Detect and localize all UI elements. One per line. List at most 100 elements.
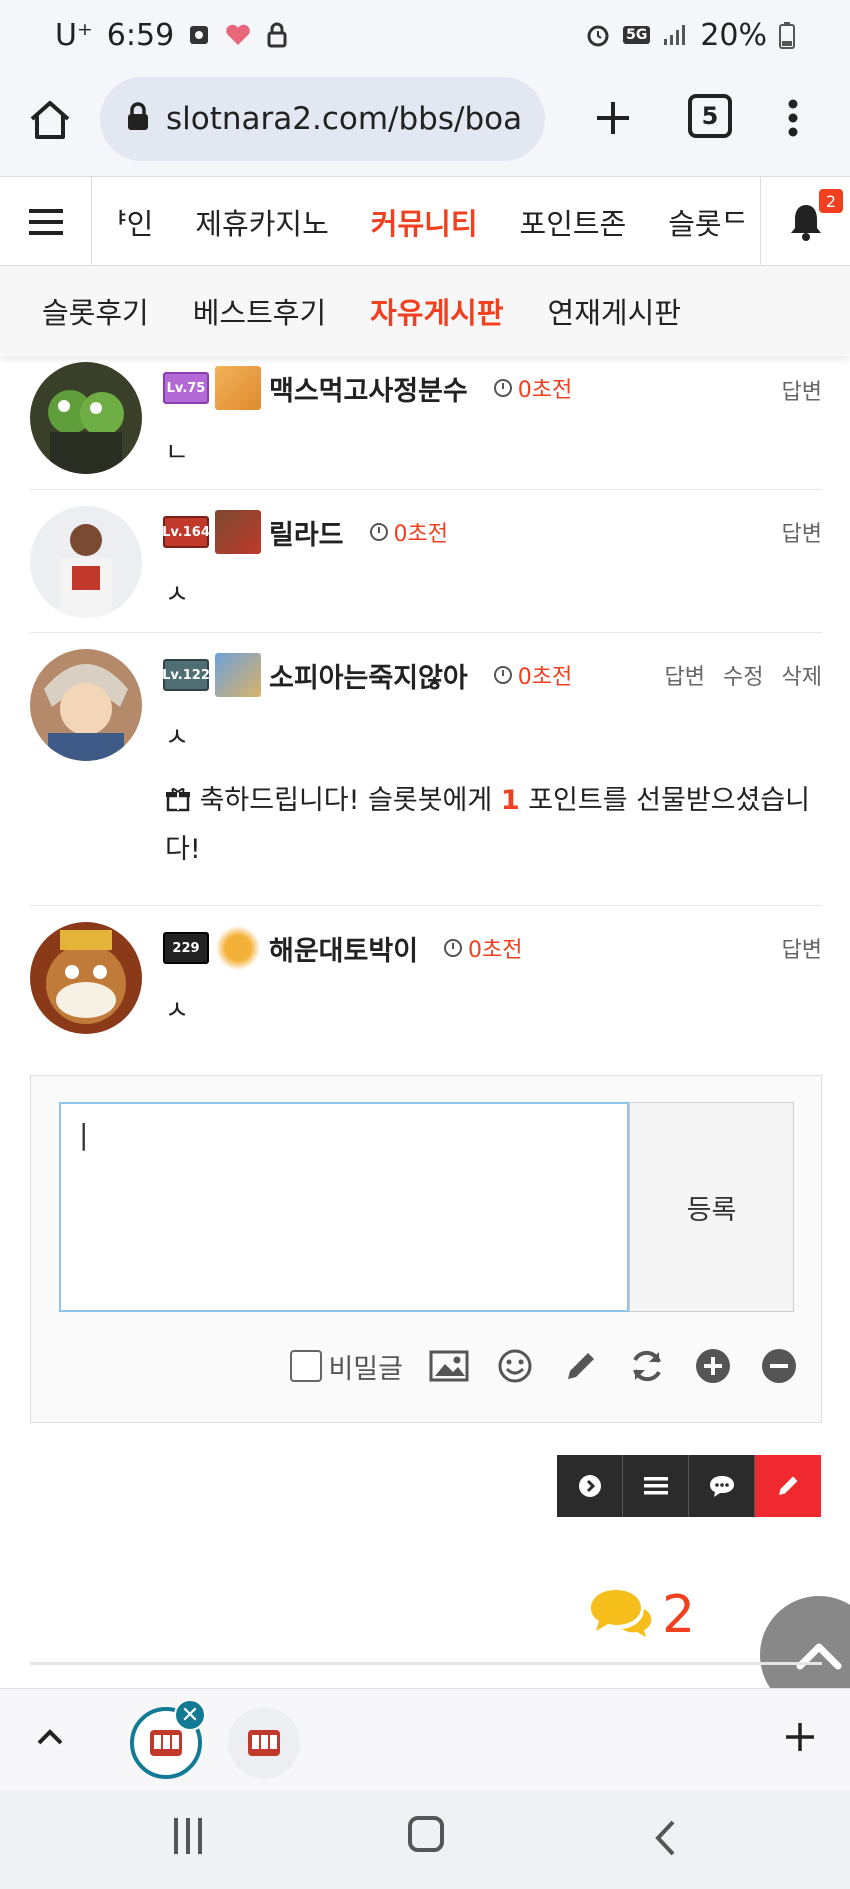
list-button[interactable]	[623, 1455, 689, 1517]
comment-header: 229 해운대토박이 0초전	[163, 926, 523, 970]
sub-tab-serial-board[interactable]: 연재게시판	[548, 290, 681, 332]
section-divider	[30, 1662, 822, 1665]
tab-switcher-button[interactable]: 5	[688, 94, 732, 138]
comment-toolbar: 비밀글	[290, 1346, 799, 1386]
clock-icon	[369, 523, 388, 541]
avatar[interactable]	[30, 922, 142, 1034]
main-menu: ᅣ인 제휴카지노 커뮤니티 포인트존 슬롯ᄃ	[92, 177, 760, 267]
comment-input[interactable]	[59, 1102, 629, 1312]
status-time: 6:59	[106, 17, 175, 53]
screenshot-icon	[188, 24, 210, 46]
clock-icon	[493, 666, 512, 684]
site-navigation: ᅣ인 제휴카지노 커뮤니티 포인트존 슬롯ᄃ 2	[0, 176, 850, 267]
lock-icon	[266, 22, 288, 48]
system-navigation-bar	[0, 1790, 850, 1889]
close-tab-icon[interactable]: ✕	[174, 1699, 206, 1731]
secret-comment-toggle[interactable]: 비밀글	[290, 1347, 403, 1386]
home-button[interactable]	[22, 92, 78, 148]
user-icon-image	[215, 366, 261, 410]
comment-header: Lv.164 릴라드 0초전	[162, 510, 448, 554]
alarm-icon	[585, 22, 611, 48]
comment-time: 0초전	[444, 932, 523, 964]
sub-navigation: 슬롯후기 베스트후기 자유게시판 연재게시판	[0, 266, 850, 356]
refresh-icon[interactable]	[627, 1346, 667, 1386]
comment-header: Lv.122 소피아는죽지않아 0초전	[162, 653, 572, 697]
minus-circle-icon[interactable]	[759, 1346, 799, 1386]
tab-thumbnail[interactable]	[228, 1707, 300, 1779]
recent-apps-button[interactable]	[168, 1818, 208, 1858]
pencil-icon[interactable]	[561, 1346, 601, 1386]
comment-author[interactable]: 해운대토박이	[269, 929, 418, 968]
expand-tabs-icon[interactable]	[30, 1717, 70, 1757]
comment-author[interactable]: 맥스먹고사정분수	[269, 369, 468, 408]
level-badge: Lv.75	[163, 372, 209, 404]
next-post-button[interactable]	[557, 1455, 623, 1517]
reply-link[interactable]: 답변	[782, 932, 822, 964]
comment-count-number: 2	[662, 1585, 696, 1645]
avatar[interactable]	[30, 362, 142, 474]
delete-link[interactable]: 삭제	[782, 659, 822, 691]
user-icon-image	[215, 653, 261, 697]
comment-item: Lv.122 소피아는죽지않아 0초전 답변 수정 삭제 ㅅ 축하드립니다! 슬…	[30, 633, 822, 906]
image-icon[interactable]	[429, 1346, 469, 1386]
heart-icon	[224, 23, 252, 47]
comment-body: ㅅ	[165, 580, 189, 610]
comment-header: Lv.75 맥스먹고사정분수 0초전	[163, 366, 572, 410]
carrier-label: U⁺	[55, 17, 93, 53]
comment-author[interactable]: 릴라드	[269, 513, 344, 552]
secret-checkbox[interactable]	[290, 1350, 323, 1382]
edit-link[interactable]: 수정	[723, 659, 763, 691]
level-badge: Lv.122	[162, 659, 210, 691]
comment-actions: 답변	[782, 374, 822, 406]
secure-lock-icon	[126, 102, 150, 136]
secret-label: 비밀글	[328, 1353, 403, 1385]
avatar[interactable]	[30, 506, 142, 618]
back-button[interactable]	[650, 1818, 680, 1858]
level-badge: 229	[163, 932, 209, 964]
network-badge: 5G	[623, 26, 651, 44]
comment-button[interactable]	[689, 1455, 755, 1517]
comment-time: 0초전	[369, 516, 448, 548]
url-text: slotnara2.com/bbs/boa	[166, 101, 523, 137]
nav-item-partner-casino[interactable]: 제휴카지노	[195, 201, 328, 243]
sub-tab-slot-review[interactable]: 슬롯후기	[42, 290, 149, 332]
comment-item: 229 해운대토박이 0초전 답변 ㅅ	[30, 906, 822, 1042]
nav-item-main[interactable]: ᅣ인	[100, 201, 153, 243]
emoji-icon[interactable]	[495, 1346, 535, 1386]
nav-item-slot[interactable]: 슬롯ᄃ	[668, 201, 748, 243]
comment-item: Lv.164 릴라드 0초전 답변 ㅅ	[30, 490, 822, 633]
status-bar: U⁺ 6:59 5G 20%	[0, 0, 850, 70]
reply-link[interactable]: 답변	[782, 516, 822, 548]
nav-item-community[interactable]: 커뮤니티	[371, 201, 478, 243]
address-bar[interactable]: slotnara2.com/bbs/boa	[100, 77, 545, 161]
submit-comment-button[interactable]: 등록	[629, 1102, 794, 1312]
reply-link[interactable]: 답변	[665, 659, 705, 691]
comment-actions: 답변	[782, 516, 822, 548]
battery-icon	[779, 21, 795, 49]
comment-body: ㄴ	[165, 438, 189, 468]
plus-circle-icon[interactable]	[693, 1346, 733, 1386]
sub-tab-free-board[interactable]: 자유게시판	[370, 290, 503, 332]
nav-item-point-zone[interactable]: 포인트존	[520, 201, 627, 243]
system-home-button[interactable]	[408, 1816, 444, 1852]
more-menu-icon[interactable]	[775, 90, 811, 146]
user-icon-image	[215, 510, 261, 554]
reply-link[interactable]: 답변	[782, 374, 822, 406]
battery-percent: 20%	[700, 17, 767, 53]
hamburger-menu-icon[interactable]	[0, 177, 92, 267]
comment-time: 0초전	[493, 659, 572, 691]
comment-body: ㅅ	[165, 996, 189, 1026]
write-button[interactable]	[755, 1455, 821, 1517]
clock-icon	[444, 939, 463, 957]
comment-author[interactable]: 소피아는죽지않아	[269, 656, 468, 695]
sub-tab-best-review[interactable]: 베스트후기	[193, 290, 326, 332]
notification-button[interactable]: 2	[760, 177, 850, 267]
add-tab-icon[interactable]	[780, 1717, 820, 1757]
browser-toolbar: slotnara2.com/bbs/boa 5	[0, 70, 850, 176]
signal-icon	[662, 23, 688, 47]
comment-actions: 답변 수정 삭제	[665, 659, 822, 691]
new-tab-button[interactable]	[585, 90, 641, 146]
notification-count-badge: 2	[819, 189, 843, 213]
level-badge: Lv.164	[162, 516, 210, 548]
avatar[interactable]	[30, 649, 142, 761]
